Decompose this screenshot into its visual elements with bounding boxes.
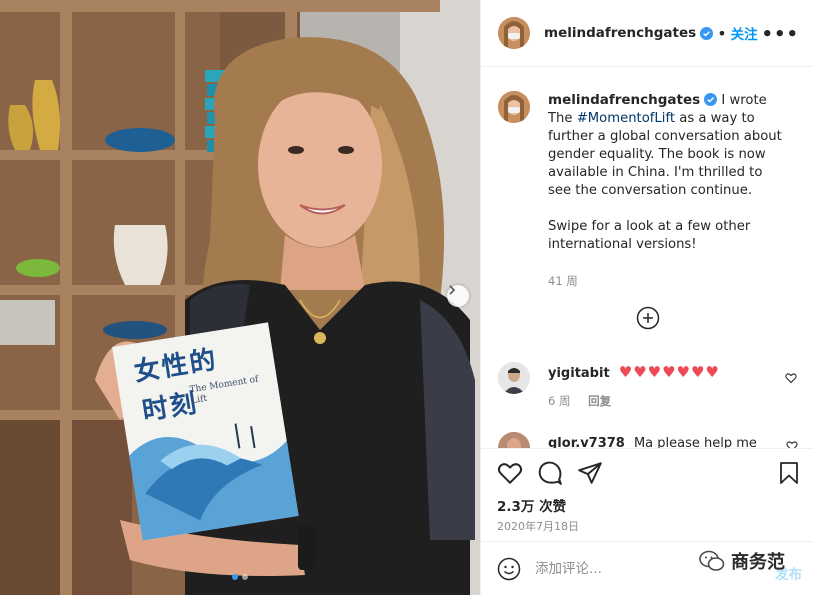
caption-text: melindafrenchgates I wrote The #Momentof… (548, 91, 788, 290)
comment-timestamp[interactable]: 6 周 (548, 394, 570, 408)
divider (481, 448, 813, 449)
carousel-dot (242, 574, 248, 580)
like-count[interactable]: 2.3万 次赞 (497, 495, 566, 515)
bookmark-icon[interactable] (777, 460, 801, 486)
wechat-logo-icon (699, 550, 725, 571)
carousel-dot-active (232, 574, 238, 580)
avatar[interactable] (498, 17, 530, 49)
like-comment-heart-icon[interactable] (785, 372, 797, 384)
action-bar (497, 460, 801, 488)
avatar-image (498, 17, 530, 49)
post-date[interactable]: 2020年7月18日 (497, 518, 579, 534)
caption-username[interactable]: melindafrenchgates (548, 92, 700, 108)
like-comment-heart-icon[interactable] (786, 440, 798, 448)
avatar-image (498, 432, 530, 448)
post-photo[interactable]: 女性的 时刻 The Moment of Lift (0, 0, 480, 595)
comment-avatar[interactable] (498, 432, 530, 448)
comment-text: Ma please help me (633, 436, 757, 448)
comment-text: ♥♥♥♥♥♥♥ (618, 363, 720, 381)
caption-avatar[interactable] (498, 91, 530, 123)
comment-item: glor.v7378 Ma please help me (498, 432, 798, 448)
header-username[interactable]: melindafrenchgates (544, 25, 696, 41)
emoji-icon[interactable] (497, 557, 521, 581)
comment-input[interactable] (535, 560, 715, 577)
comment-bubble-icon[interactable] (537, 460, 563, 486)
comment-item: yigitabit ♥♥♥♥♥♥♥ 6 周 回复 (498, 362, 798, 409)
caption-second-paragraph: Swipe for a look at a few other internat… (548, 219, 751, 252)
post-header: melindafrenchgates • 关注 ••• (481, 0, 813, 67)
comment-avatar[interactable] (498, 362, 530, 394)
hashtag-link[interactable]: #MomentofLift (577, 111, 675, 126)
next-slide-button[interactable] (447, 285, 469, 307)
header-separator: • (717, 23, 727, 43)
comment-clip: glor.v7378 Ma please help me (481, 430, 813, 448)
comment-username[interactable]: yigitabit (548, 366, 610, 381)
wechat-watermark: 商务范 (699, 548, 785, 574)
comment-username[interactable]: glor.v7378 (548, 436, 625, 448)
caption-timestamp[interactable]: 41 周 (548, 272, 788, 290)
verified-badge-icon (704, 93, 718, 106)
verified-badge-icon (700, 26, 714, 40)
avatar-image (498, 91, 530, 123)
watermark-text: 商务范 (731, 552, 785, 573)
chevron-right-icon (449, 285, 456, 295)
book-cover: 女性的 时刻 The Moment of Lift (112, 322, 299, 541)
reply-button[interactable]: 回复 (588, 394, 611, 408)
share-send-icon[interactable] (577, 460, 603, 486)
load-more-comments-icon[interactable] (636, 306, 660, 330)
carousel-indicator (0, 574, 480, 580)
avatar-image (498, 362, 530, 394)
caption: melindafrenchgates I wrote The #Momentof… (498, 91, 798, 290)
like-heart-icon[interactable] (497, 460, 523, 486)
more-options-button[interactable]: ••• (761, 24, 799, 45)
follow-button[interactable]: 关注 (731, 23, 758, 43)
post-details-panel: melindafrenchgates • 关注 ••• melindafrenc… (480, 0, 813, 595)
